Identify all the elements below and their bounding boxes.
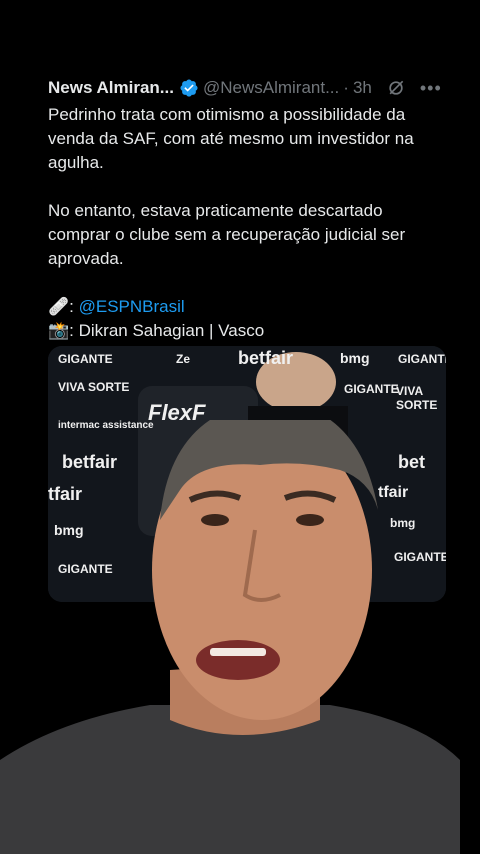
sponsor-logo: VIVA SORTE — [58, 380, 130, 394]
tweet-header: News Almiran... @NewsAlmirant... · 3h ••… — [48, 76, 458, 100]
more-options-icon[interactable]: ••• — [420, 78, 442, 99]
text-line: No entanto, estava praticamente descarta… — [48, 201, 383, 220]
sponsor-logo: bmg — [340, 350, 370, 366]
verified-badge-icon — [180, 79, 198, 97]
facecam-overlay — [0, 420, 480, 854]
timestamp[interactable]: 3h — [353, 78, 372, 98]
presenter-video — [0, 420, 460, 854]
credit-photo: 📸: Dikran Sahagian | Vasco — [48, 319, 448, 343]
paragraph-1: Pedrinho trata com otimismo a possibilid… — [48, 103, 448, 175]
text-line: Pedrinho trata com otimismo a possibilid… — [48, 105, 406, 124]
author-handle[interactable]: @NewsAlmirant... — [203, 78, 339, 98]
text-line: comprar o clube sem a recuperação judici… — [48, 225, 406, 244]
paragraph-2: No entanto, estava praticamente descarta… — [48, 199, 448, 271]
photo-credit-text: Dikran Sahagian | Vasco — [78, 321, 265, 340]
credit-source: 🩹: @ESPNBrasil — [48, 295, 448, 319]
grok-icon[interactable] — [386, 78, 406, 98]
text-line: venda da SAF, com até mesmo um investido… — [48, 129, 414, 148]
text-line: agulha. — [48, 153, 104, 172]
text-line: aprovada. — [48, 249, 124, 268]
sponsor-logo: VIVA SORTE — [396, 384, 438, 412]
mention-link[interactable]: @ESPNBrasil — [79, 297, 185, 316]
author-name[interactable]: News Almiran... — [48, 78, 174, 98]
camera-emoji: 📸: — [48, 321, 79, 340]
bandage-emoji: 🩹: — [48, 297, 79, 316]
sponsor-logo: betfair — [238, 348, 294, 368]
sponsor-logo: GIGANTE — [398, 352, 446, 366]
tweet-text: Pedrinho trata com otimismo a possibilid… — [48, 103, 448, 343]
credits: 🩹: @ESPNBrasil 📸: Dikran Sahagian | Vasc… — [48, 295, 448, 343]
separator-dot: · — [343, 78, 349, 97]
sponsor-logo: GIGANTE — [58, 352, 113, 366]
sponsor-logo: GIGANTE — [344, 382, 399, 396]
sponsor-logo: Ze — [176, 352, 191, 366]
